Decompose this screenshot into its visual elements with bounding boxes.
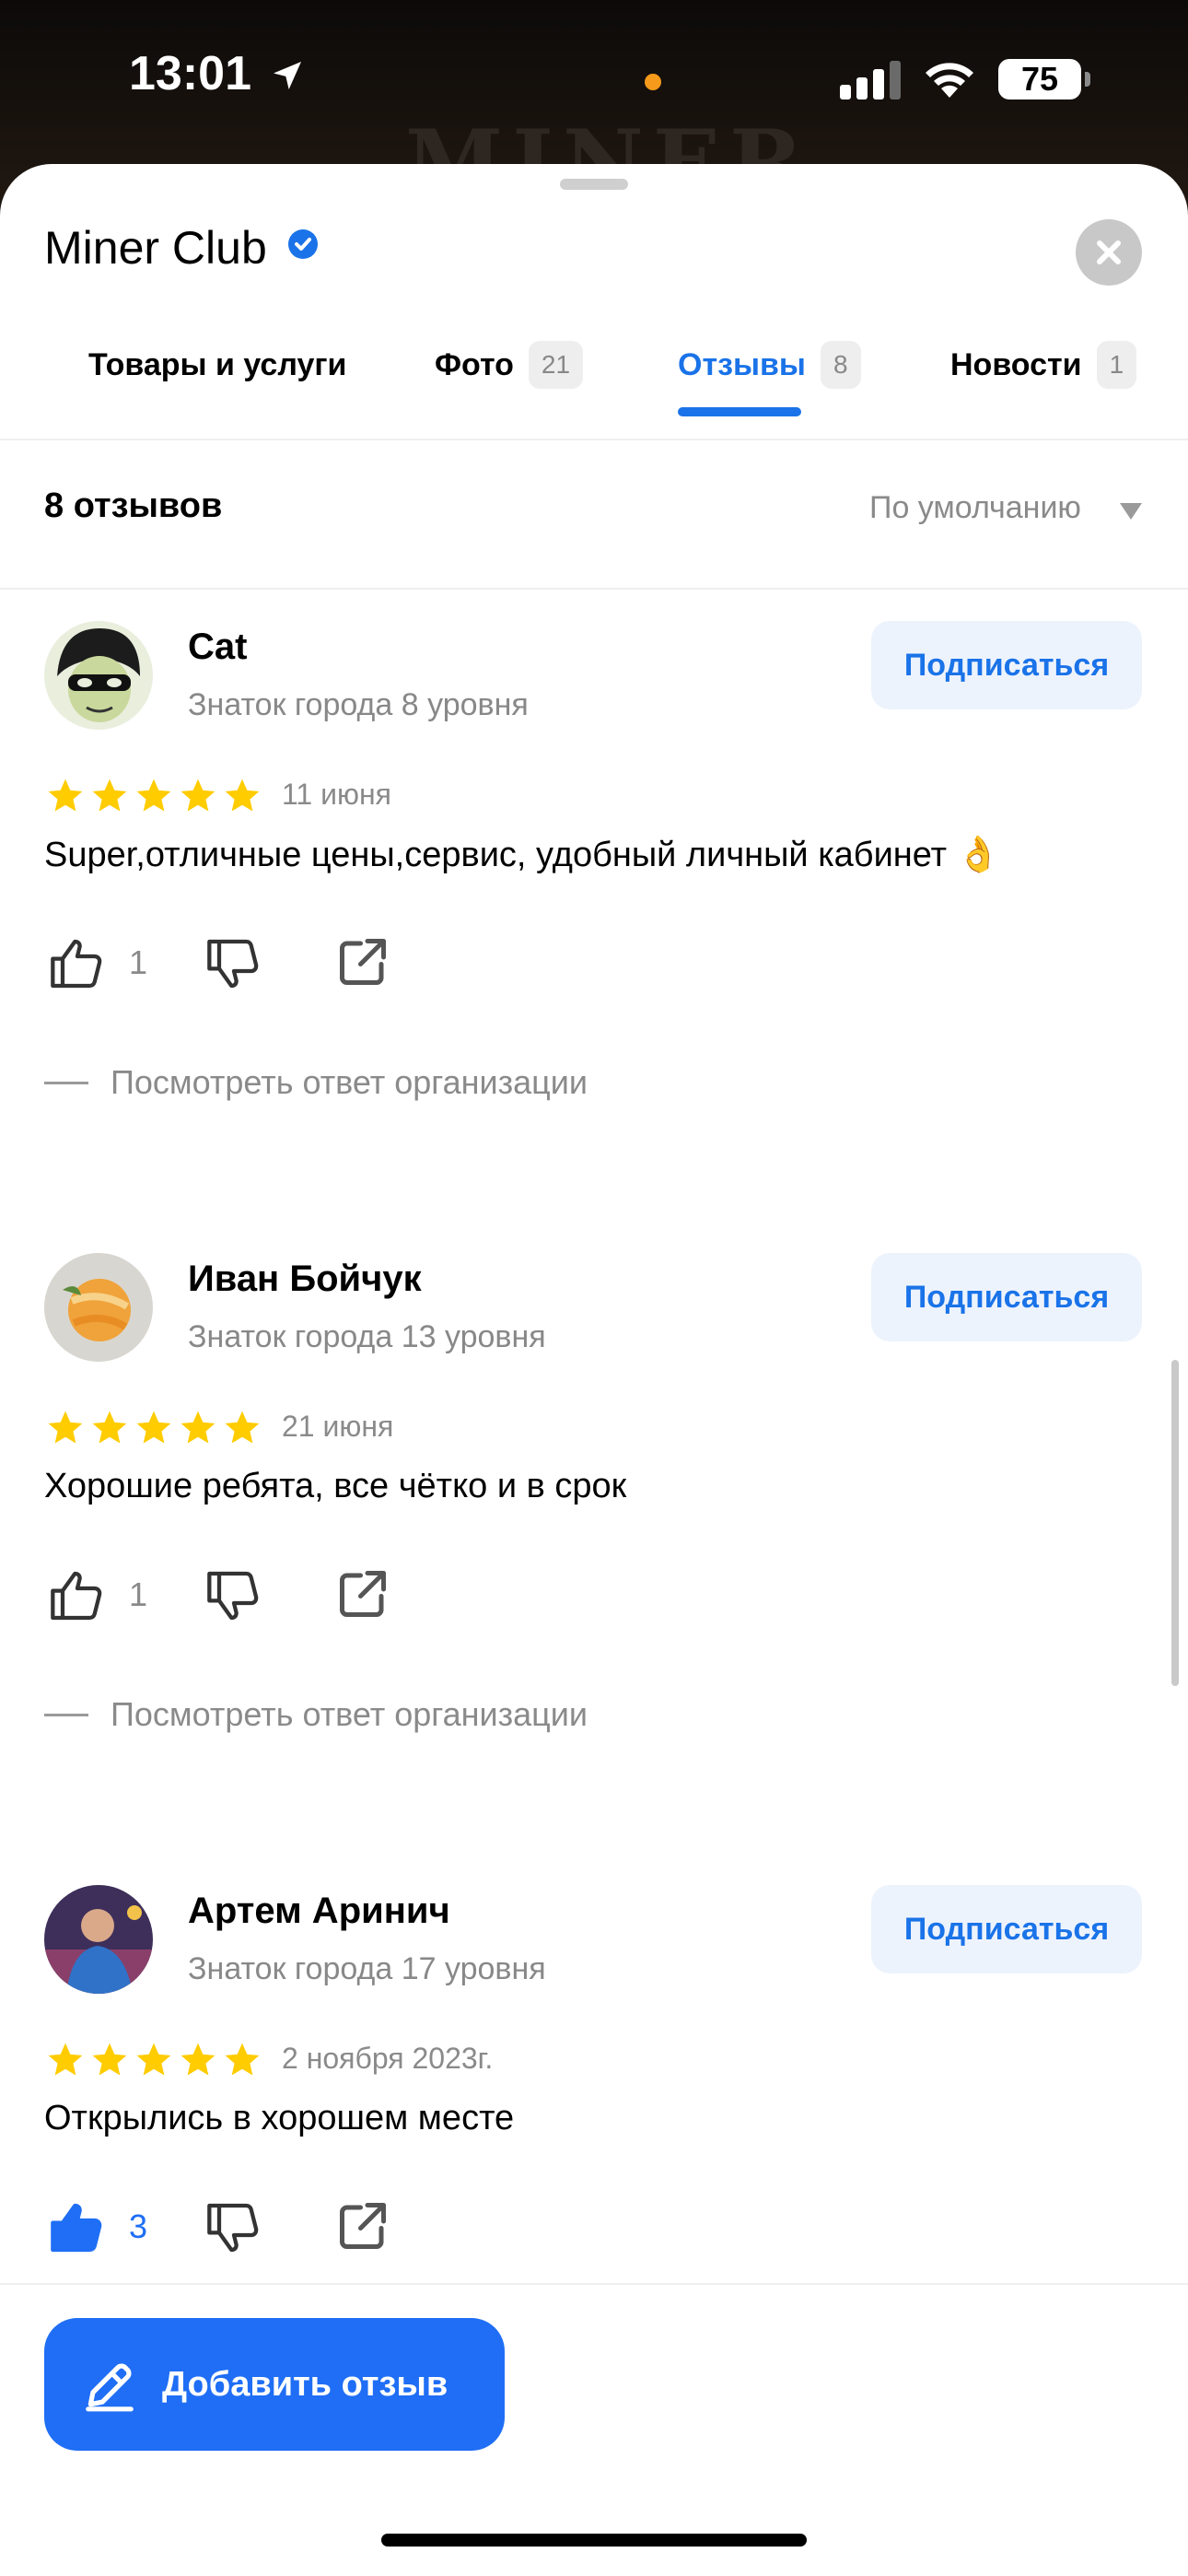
avatar[interactable] [44, 621, 153, 730]
reply-link-label: Посмотреть ответ организации [111, 1063, 588, 1101]
tab-photos[interactable]: Фото 21 [435, 328, 584, 402]
star-icon [48, 1411, 83, 1444]
privacy-indicator [645, 74, 661, 90]
tab-label: Товары и услуги [88, 346, 347, 382]
tab-bar: Товары и услуги Фото 21 Отзывы 8 Новости… [0, 328, 1188, 420]
sort-dropdown[interactable]: По умолчанию [869, 490, 1081, 526]
divider [0, 439, 1188, 440]
thumbs-up-icon[interactable] [48, 2198, 107, 2257]
share-icon[interactable] [335, 934, 390, 989]
star-icon [92, 779, 127, 812]
rating-stars [44, 776, 265, 814]
organization-sheet: Miner Club Товары и услуги Фото 21 Отзыв… [0, 164, 1188, 2576]
tab-label: Фото [435, 346, 514, 382]
close-icon [1097, 240, 1121, 264]
tab-count: 21 [528, 341, 584, 389]
review-text: Super,отличные цены,сервис, удобный личн… [44, 836, 1000, 874]
avatar[interactable] [44, 1253, 153, 1362]
reviewer-level: Знаток города 17 уровня [188, 1951, 546, 1986]
add-review-label: Добавить отзыв [162, 2364, 448, 2404]
tab-count: 1 [1096, 341, 1137, 389]
battery-icon: 75 [998, 59, 1081, 100]
reviewer-level: Знаток города 13 уровня [188, 1319, 546, 1354]
star-icon [136, 2043, 171, 2076]
scrollbar[interactable] [1171, 1360, 1179, 1686]
tab-reviews[interactable]: Отзывы 8 [678, 328, 861, 402]
thumbs-down-icon[interactable] [204, 934, 263, 993]
reviewer-level: Знаток города 8 уровня [188, 687, 529, 722]
bottom-action-bar: Добавить отзыв [0, 2283, 1188, 2576]
star-icon [181, 1411, 215, 1444]
page-title: Miner Club [44, 222, 267, 274]
tab-news[interactable]: Новости 1 [950, 328, 1137, 402]
avatar-image [44, 1885, 153, 1994]
pencil-icon [86, 2363, 134, 2412]
tab-count: 8 [820, 341, 861, 389]
reviewer-name[interactable]: Cat [188, 626, 247, 668]
avatar[interactable] [44, 1885, 153, 1994]
review-card: Cat Знаток города 8 уровня Подписаться 1… [0, 621, 1188, 1174]
like-count: 1 [129, 1575, 148, 1613]
share-icon[interactable] [335, 1566, 390, 1622]
star-icon [136, 779, 171, 812]
star-icon [48, 779, 83, 812]
location-arrow-icon [274, 62, 301, 89]
avatar-image [44, 1253, 153, 1362]
subscribe-button[interactable]: Подписаться [871, 1885, 1142, 1973]
review-date: 21 июня [282, 1410, 394, 1443]
tab-products[interactable]: Товары и услуги [88, 328, 346, 402]
reviewer-name[interactable]: Иван Бойчук [188, 1259, 422, 1300]
active-tab-indicator [678, 407, 801, 416]
review-text: Открылись в хорошем месте [44, 2099, 515, 2137]
chevron-down-icon[interactable] [1120, 503, 1142, 520]
reply-dash [44, 1713, 88, 1716]
reviewer-name[interactable]: Артем Аринич [188, 1891, 450, 1932]
star-icon [181, 2043, 215, 2076]
subscribe-button[interactable]: Подписаться [871, 621, 1142, 709]
reply-dash [44, 1081, 88, 1084]
share-icon[interactable] [335, 2198, 390, 2254]
sheet-grabber[interactable] [560, 179, 628, 190]
subscribe-button[interactable]: Подписаться [871, 1253, 1142, 1341]
tab-label: Отзывы [678, 346, 806, 382]
home-indicator[interactable] [381, 2534, 807, 2547]
signal-icon [840, 61, 901, 100]
thumbs-down-icon[interactable] [204, 2198, 263, 2257]
review-date: 2 ноября 2023г. [282, 2042, 494, 2075]
wifi-icon [926, 63, 973, 98]
rating-stars [44, 2040, 265, 2078]
star-icon [136, 1411, 171, 1444]
reply-link-label: Посмотреть ответ организации [111, 1695, 588, 1733]
view-reply-link[interactable]: Посмотреть ответ организации [44, 1695, 588, 1734]
close-button[interactable] [1076, 219, 1142, 286]
view-reply-link[interactable]: Посмотреть ответ организации [44, 1063, 588, 1102]
like-count: 1 [129, 943, 148, 981]
review-text: Хорошие ребята, все чётко и в срок [44, 1467, 627, 1505]
status-time: 13:01 [129, 47, 251, 100]
rating-stars [44, 1408, 265, 1446]
star-icon [92, 2043, 127, 2076]
like-count: 3 [129, 2207, 148, 2245]
star-icon [225, 1411, 260, 1444]
star-icon [92, 1411, 127, 1444]
review-card: Иван Бойчук Знаток города 13 уровня Подп… [0, 1253, 1188, 1806]
avatar-image [44, 621, 153, 730]
star-icon [181, 779, 215, 812]
review-date: 11 июня [282, 778, 391, 811]
verified-icon [288, 229, 318, 259]
star-icon [48, 2043, 83, 2076]
star-icon [225, 2043, 260, 2076]
divider [0, 588, 1188, 590]
battery-tip [1085, 72, 1090, 87]
thumbs-up-icon[interactable] [48, 1566, 107, 1625]
reviews-count: 8 отзывов [44, 486, 223, 525]
star-icon [225, 779, 260, 812]
add-review-button[interactable]: Добавить отзыв [44, 2318, 505, 2451]
thumbs-down-icon[interactable] [204, 1566, 263, 1625]
tab-label: Новости [950, 346, 1082, 382]
thumbs-up-icon[interactable] [48, 934, 107, 993]
